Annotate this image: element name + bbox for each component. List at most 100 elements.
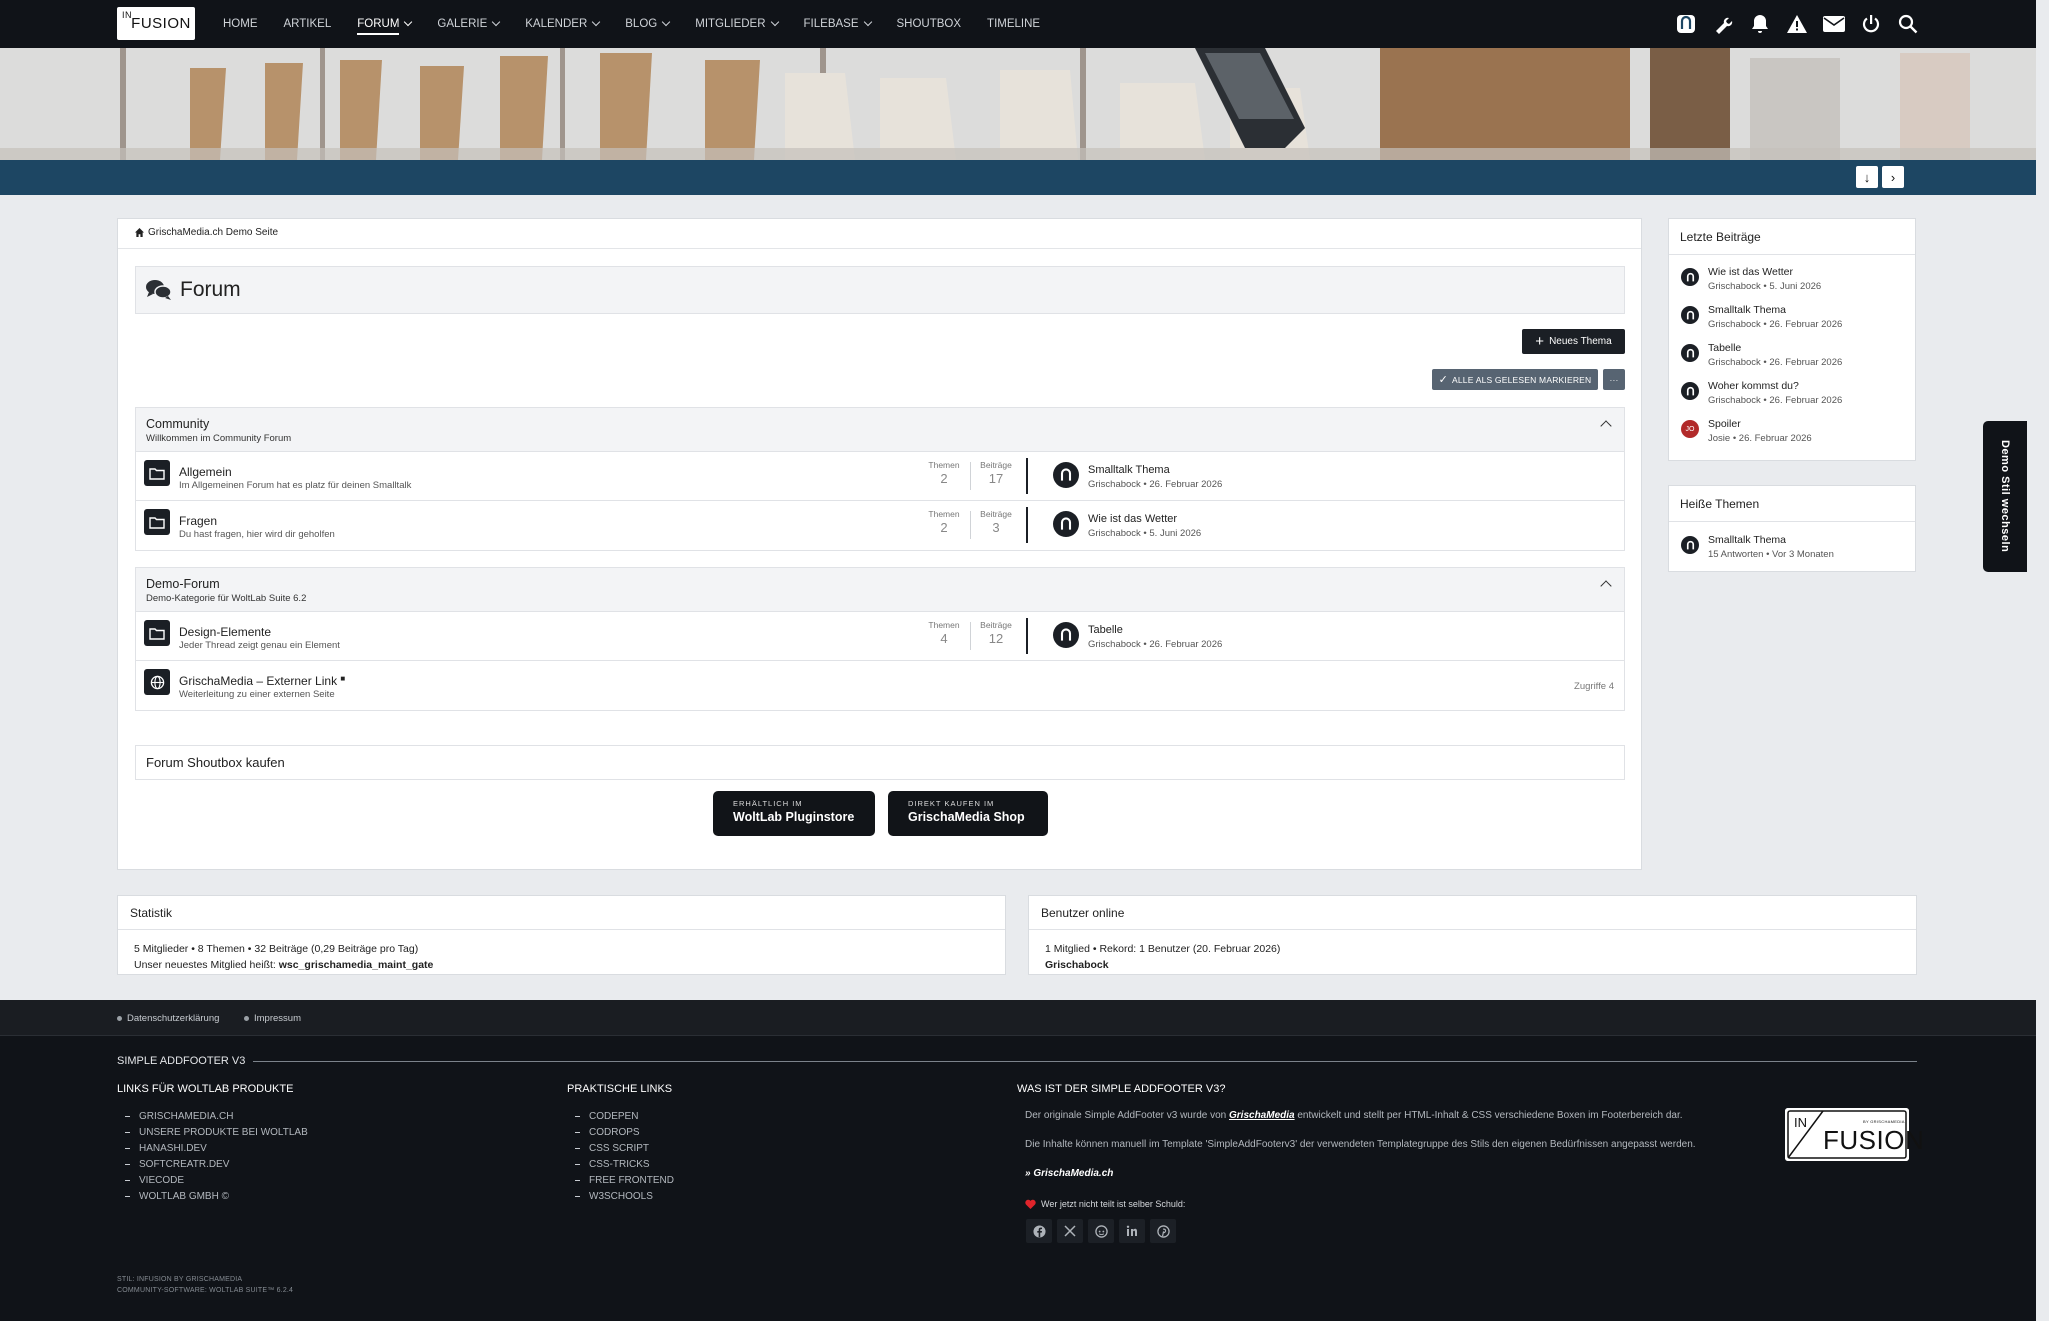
x-icon[interactable] xyxy=(1057,1219,1083,1243)
main-content: GrischaMedia.ch Demo Seite Forum + Neues… xyxy=(117,218,1642,870)
page-title: Forum xyxy=(180,278,241,301)
stats-line: 5 Mitglieder • 8 Themen • 32 Beiträge (0… xyxy=(134,943,419,955)
user-avatar-icon[interactable] xyxy=(1053,511,1079,537)
footer-link[interactable]: HANASHI.DEV xyxy=(125,1143,207,1154)
last-post-title[interactable]: Smalltalk Thema xyxy=(1088,464,1170,476)
last-post-meta: Grischabock • 26. Februar 2026 xyxy=(1088,479,1223,490)
bell-icon[interactable] xyxy=(1748,12,1772,36)
breadcrumb[interactable]: GrischaMedia.ch Demo Seite xyxy=(135,227,278,238)
style-switch-button[interactable]: Demo Stil wechseln xyxy=(1983,421,2027,572)
nav-shoutbox[interactable]: SHOUTBOX xyxy=(897,0,962,48)
facebook-icon[interactable] xyxy=(1026,1219,1052,1243)
board-description: Im Allgemeinen Forum hat es platz für de… xyxy=(179,480,412,491)
divider xyxy=(970,462,971,490)
grischamedia-shop-button[interactable]: DIREKT KAUFEN IM GrischaMedia Shop xyxy=(888,791,1048,836)
list-item[interactable]: Smalltalk Thema Grischabock • 26. Februar… xyxy=(1669,298,1915,336)
board-row[interactable]: Allgemein Im Allgemeinen Forum hat es pl… xyxy=(136,452,1624,501)
wrench-icon[interactable] xyxy=(1711,12,1735,36)
pinterest-icon[interactable] xyxy=(1150,1219,1176,1243)
imprint-link[interactable]: Impressum xyxy=(244,1013,301,1024)
dot-icon xyxy=(117,1016,122,1021)
divider xyxy=(970,511,971,539)
online-user-link[interactable]: Grischabock xyxy=(1045,959,1109,971)
nav-filebase[interactable]: FILEBASE xyxy=(804,0,872,48)
divider xyxy=(970,622,971,650)
scroll-down-button[interactable]: ↓ xyxy=(1856,166,1878,188)
privacy-link[interactable]: Datenschutzerklärung xyxy=(117,1013,219,1024)
footer-link[interactable]: WOLTLAB GMBH © xyxy=(125,1191,229,1202)
new-topic-button[interactable]: + Neues Thema xyxy=(1522,329,1625,354)
nav-home[interactable]: HOME xyxy=(223,0,258,48)
list-item[interactable]: Wie ist das Wetter Grischabock • 5. Juni … xyxy=(1669,260,1915,298)
board-row[interactable]: Design-Elemente Jeder Thread zeigt genau… xyxy=(136,612,1624,661)
user-avatar-icon xyxy=(1681,382,1699,400)
user-avatar-icon[interactable] xyxy=(1053,622,1079,648)
board-title[interactable]: Design-Elemente xyxy=(179,625,271,639)
nav-mitglieder[interactable]: MITGLIEDER xyxy=(695,0,779,48)
grischamedia-site-link[interactable]: » GrischaMedia.ch xyxy=(1025,1168,1113,1179)
footer-link[interactable]: CODEPEN xyxy=(575,1111,638,1122)
footer-link[interactable]: CODROPS xyxy=(575,1127,640,1138)
grischamedia-link[interactable]: GrischaMedia xyxy=(1229,1110,1295,1121)
nav-artikel[interactable]: ARTIKEL xyxy=(284,0,332,48)
list-item[interactable]: JO Spoiler Josie • 26. Februar 2026 xyxy=(1669,412,1915,450)
category-header[interactable]: Demo-Forum Demo-Kategorie für WoltLab Su… xyxy=(136,568,1624,612)
nav-timeline[interactable]: TIMELINE xyxy=(987,0,1040,48)
board-title[interactable]: GrischaMedia – Externer Link ■ xyxy=(179,674,345,688)
linkedin-icon[interactable] xyxy=(1119,1219,1145,1243)
footer-link[interactable]: FREE FRONTEND xyxy=(575,1175,674,1186)
footer-link[interactable]: CSS-TRICKS xyxy=(575,1159,650,1170)
software-credit[interactable]: COMMUNITY-SOFTWARE: WOLTLAB SUITE™ 6.2.4 xyxy=(117,1287,293,1294)
search-icon[interactable] xyxy=(1896,12,1920,36)
power-icon[interactable] xyxy=(1859,12,1883,36)
list-item[interactable]: Tabelle Grischabock • 26. Februar 2026 xyxy=(1669,336,1915,374)
board-title[interactable]: Allgemein xyxy=(179,465,232,479)
user-avatar-icon xyxy=(1681,268,1699,286)
chevron-down-icon xyxy=(770,17,779,27)
nav-kalender[interactable]: KALENDER xyxy=(525,0,601,48)
mark-all-read-button[interactable]: ✓ ALLE ALS GELESEN MARKIEREN xyxy=(1432,369,1598,390)
globe-icon xyxy=(144,669,170,695)
check-icon: ✓ xyxy=(1438,374,1449,386)
statistics-box: Statistik 5 Mitglieder • 8 Themen • 32 B… xyxy=(117,895,1006,975)
recent-posts-box: Letzte Beiträge Wie ist das Wetter Grisch… xyxy=(1668,218,1916,461)
category-demo-forum: Demo-Forum Demo-Kategorie für WoltLab Su… xyxy=(135,567,1625,711)
header-image xyxy=(0,48,2036,160)
more-options-button[interactable]: ··· xyxy=(1603,369,1625,390)
box-title: Letzte Beiträge xyxy=(1669,219,1915,255)
footer-column-title: PRAKTISCHE LINKS xyxy=(567,1083,673,1095)
warning-icon[interactable] xyxy=(1785,12,1809,36)
style-credit[interactable]: STIL: INFUSION BY GRISCHAMEDIA xyxy=(117,1276,242,1283)
next-button[interactable]: › xyxy=(1882,166,1904,188)
user-avatar-icon[interactable] xyxy=(1674,12,1698,36)
board-row[interactable]: Fragen Du hast fragen, hier wird dir geh… xyxy=(136,501,1624,550)
site-logo[interactable]: IN FUSION xyxy=(117,7,195,40)
footer-text: Die Inhalte können manuell im Template '… xyxy=(1025,1139,1696,1150)
footer-link[interactable]: CSS SCRIPT xyxy=(575,1143,649,1154)
reddit-icon[interactable] xyxy=(1088,1219,1114,1243)
footer-link[interactable]: VIECODE xyxy=(125,1175,184,1186)
nav-forum[interactable]: FORUM xyxy=(357,0,413,48)
nav-galerie[interactable]: GALERIE xyxy=(437,0,501,48)
last-post-meta: Grischabock • 5. Juni 2026 xyxy=(1088,528,1202,539)
last-post-title[interactable]: Wie ist das Wetter xyxy=(1088,513,1177,525)
footer-link[interactable]: GRISCHAMEDIA.CH xyxy=(125,1111,233,1122)
board-title[interactable]: Fragen xyxy=(179,514,217,528)
list-item[interactable]: Smalltalk Thema 15 Antworten • Vor 3 Mona… xyxy=(1669,528,1915,566)
footer-link[interactable]: W3SCHOOLS xyxy=(575,1191,653,1202)
envelope-icon[interactable] xyxy=(1822,12,1846,36)
last-post-title[interactable]: Tabelle xyxy=(1088,624,1123,636)
user-avatar-icon[interactable] xyxy=(1053,462,1079,488)
footer xyxy=(0,1036,2036,1321)
footer-link[interactable]: SOFTCREATR.DEV xyxy=(125,1159,229,1170)
nav-blog[interactable]: BLOG xyxy=(625,0,671,48)
footer-column-title: WAS IST DER SIMPLE ADDFOOTER V3? xyxy=(1017,1083,1226,1095)
footer-link[interactable]: UNSERE PRODUKTE BEI WOLTLAB xyxy=(125,1127,308,1138)
newest-member-link[interactable]: wsc_grischamedia_maint_gate xyxy=(279,959,434,971)
category-header[interactable]: Community Willkommen im Community Forum xyxy=(136,408,1624,452)
list-item[interactable]: Woher kommst du? Grischabock • 26. Februa… xyxy=(1669,374,1915,412)
chevron-down-icon xyxy=(863,17,872,27)
woltlab-pluginstore-button[interactable]: ERHÄLTLICH IM WoltLab Pluginstore xyxy=(713,791,875,836)
external-link-row[interactable]: GrischaMedia – Externer Link ■ Weiterlei… xyxy=(136,661,1624,710)
last-post-meta: Grischabock • 26. Februar 2026 xyxy=(1088,639,1223,650)
